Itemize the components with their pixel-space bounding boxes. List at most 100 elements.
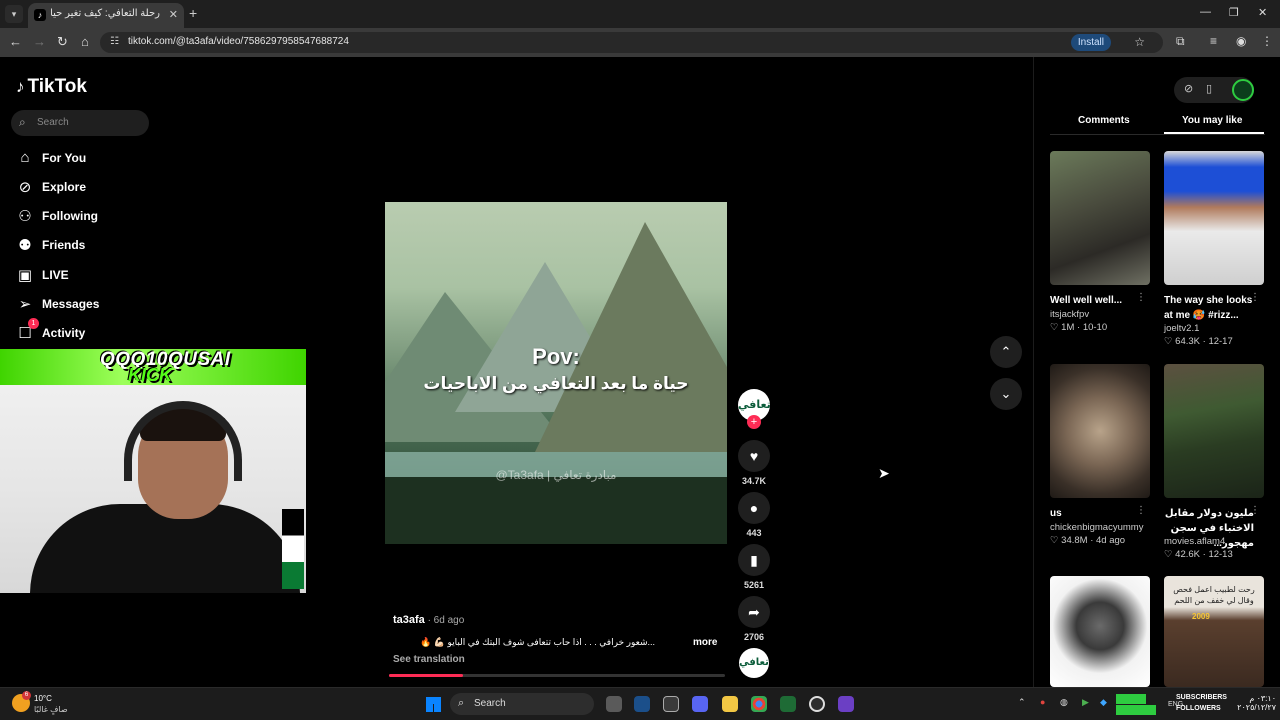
tray-play-icon[interactable]: ▶ (1082, 697, 1089, 708)
forward-icon[interactable]: → (33, 34, 46, 49)
taskbar-search[interactable]: ⌕ Search (450, 693, 594, 715)
steam-icon[interactable] (634, 696, 650, 712)
restore-icon[interactable]: ❐ (1229, 6, 1239, 19)
video-thumbnail[interactable] (1050, 364, 1150, 498)
minimize-icon[interactable]: — (1200, 6, 1211, 18)
video-player[interactable]: Pov: حياة ما بعد التعافي من الاباحيات @T… (385, 202, 727, 544)
tray-network-icon[interactable]: ◆ (1100, 697, 1107, 708)
profile-icon[interactable]: ◉ (1236, 34, 1246, 48)
card-user[interactable]: itsjackfpv (1050, 309, 1089, 320)
url-text: tiktok.com/@ta3afa/video/758629795854768… (128, 36, 349, 47)
nav-label: Activity (42, 326, 86, 340)
mouse-cursor-icon: ➤ (878, 465, 890, 481)
previous-video-button[interactable]: ⌃ (990, 336, 1022, 368)
heart-icon: ♡ (1050, 535, 1062, 546)
next-video-button[interactable]: ⌄ (990, 378, 1022, 410)
user-avatar[interactable] (1232, 79, 1254, 101)
nav-live[interactable]: ▣ LIVE (16, 264, 156, 288)
back-icon[interactable]: ← (9, 34, 22, 49)
discord-icon[interactable] (692, 696, 708, 712)
like-button[interactable]: ♥ (738, 440, 770, 472)
tray-steam-icon[interactable]: ◍ (1060, 697, 1068, 708)
tab-close-icon[interactable]: ✕ (169, 8, 178, 21)
language-indicator[interactable]: ENG (1168, 701, 1183, 708)
card-date: 12-17 (1208, 336, 1233, 347)
task-view-icon[interactable] (606, 696, 622, 712)
author-name[interactable]: ta3afa (393, 614, 425, 626)
tab-you-may-like[interactable]: You may like (1182, 115, 1242, 126)
nav-for-you[interactable]: ⌂ For You (16, 147, 156, 171)
tray-overflow-icon[interactable]: ⌃ (1018, 697, 1026, 708)
card-user[interactable]: movies.aflam4 (1164, 536, 1225, 547)
heart-icon: ♡ (1164, 549, 1176, 560)
video-author[interactable]: ta3afa · 6d ago (393, 614, 464, 626)
share-button[interactable]: ➦ (738, 596, 770, 628)
card-user[interactable]: joeltv2.1 (1164, 323, 1199, 334)
obs-icon[interactable] (663, 696, 679, 712)
card-user[interactable]: chickenbigmacyummy (1050, 522, 1143, 533)
thumbnail-year: 2009 (1192, 612, 1210, 621)
weather-description[interactable]: صافٍ غالبًا (34, 705, 68, 714)
tray-app-icon[interactable]: ● (1040, 697, 1045, 707)
card-title[interactable]: Well well well... (1050, 293, 1140, 308)
windows-start-icon[interactable] (426, 697, 441, 712)
file-explorer-icon[interactable] (722, 696, 738, 712)
card-title[interactable]: us (1050, 506, 1140, 521)
share-icon: ➦ (748, 604, 760, 620)
site-info-icon[interactable]: ☷ (110, 36, 119, 47)
tab-comments[interactable]: Comments (1078, 115, 1130, 126)
video-thumbnail[interactable] (1050, 576, 1150, 687)
more-options-icon[interactable]: ⋮ (1136, 505, 1146, 516)
save-button[interactable]: ▮ (738, 544, 770, 576)
address-bar[interactable]: ☷ tiktok.com/@ta3afa/video/7586297958547… (100, 32, 1163, 53)
video-thumbnail[interactable] (1050, 151, 1150, 285)
tab-list-icon[interactable]: ▾ (5, 5, 23, 23)
extensions-icon[interactable]: ⧉ (1176, 34, 1185, 49)
like-count: 34.7K (741, 476, 767, 486)
nav-label: Following (42, 209, 98, 223)
bookmark-star-icon[interactable]: ☆ (1134, 35, 1145, 49)
share-count: 2706 (743, 632, 765, 642)
home-icon[interactable]: ⌂ (81, 34, 89, 49)
weather-temperature[interactable]: 10°C (34, 694, 52, 703)
nav-following[interactable]: ⚇ Following (16, 205, 156, 229)
menu-icon[interactable]: ⋮ (1261, 34, 1273, 48)
compass-icon[interactable]: ⊘ (1184, 82, 1193, 95)
more-options-icon[interactable]: ⋮ (1136, 292, 1146, 303)
video-thumbnail[interactable] (1164, 364, 1264, 498)
follow-plus-icon[interactable]: + (747, 415, 761, 429)
more-button[interactable]: more (693, 637, 717, 648)
browser-tab-active[interactable]: ♪ رحلة التعافي: كيف تغير حياتك ✕ (28, 3, 184, 28)
nav-messages[interactable]: ➢ Messages (16, 293, 156, 317)
device-icon[interactable]: ▯ (1206, 82, 1212, 95)
video-thumbnail[interactable]: رحت لطبيب اعمل فحص وقال لي خفف من اللحم … (1164, 576, 1264, 687)
nav-activity[interactable]: ☐ 1 Activity (16, 318, 156, 346)
video-thumbnail[interactable] (1164, 151, 1264, 285)
card-likes: 42.6K (1175, 549, 1200, 560)
window-close-icon[interactable]: ✕ (1258, 6, 1267, 19)
video-progress-bar[interactable] (389, 674, 725, 677)
install-button[interactable]: Install (1070, 34, 1111, 51)
card-title[interactable]: The way she looks at me 🥵 #rizz... (1164, 293, 1254, 323)
app-icon[interactable] (809, 696, 825, 712)
chrome-icon[interactable] (751, 696, 767, 712)
logo-text: TikTok (27, 76, 87, 97)
nav-friends[interactable]: ⚉ Friends (16, 234, 156, 258)
clipchamp-icon[interactable] (838, 696, 854, 712)
more-options-icon[interactable]: ⋮ (1250, 292, 1260, 303)
card-likes: 1M (1061, 322, 1075, 333)
reload-icon[interactable]: ↻ (57, 34, 68, 50)
nav-explore[interactable]: ⊘ Explore (16, 176, 156, 200)
sound-disc[interactable]: تعافي (739, 648, 769, 678)
new-tab-icon[interactable]: + (189, 5, 197, 21)
search-input[interactable]: ⌕ Search (11, 110, 149, 136)
more-options-icon[interactable]: ⋮ (1250, 505, 1260, 516)
see-translation-link[interactable]: See translation (393, 654, 465, 665)
xbox-icon[interactable] (780, 696, 796, 712)
taskbar-clock[interactable]: ٠٣:١٠ م ٢٠٢٥/١٢/٢٧ (1232, 694, 1276, 712)
comment-button[interactable]: ● (738, 492, 770, 524)
tiktok-logo[interactable]: ♪ TikTok (16, 76, 87, 98)
media-icon[interactable]: ≡ (1210, 34, 1217, 48)
kick-logo: KICK (128, 365, 172, 385)
video-caption-subtitle: حياة ما بعد التعافي من الاباحيات (423, 374, 689, 393)
